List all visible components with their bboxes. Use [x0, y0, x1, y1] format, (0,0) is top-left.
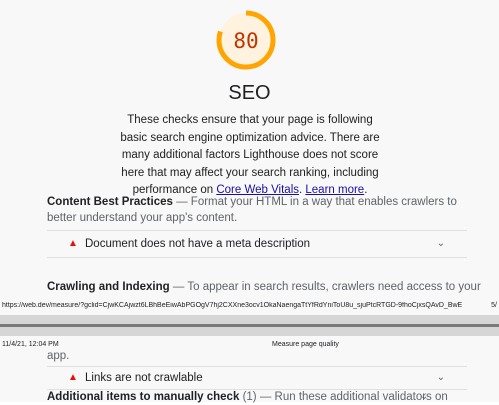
audit-title: Links are not crawlable — [85, 372, 203, 384]
group-manual-checks[interactable]: Additional items to manually check (1) —… — [47, 389, 467, 405]
fail-triangle-icon: ▲ — [68, 372, 78, 383]
chevron-down-icon[interactable]: ⌄ — [437, 367, 445, 389]
group-crawling-indexing: Crawling and Indexing — To appear in sea… — [47, 279, 481, 295]
score-gauge: 80 — [214, 8, 278, 72]
chevron-down-icon[interactable]: ⌄ — [420, 389, 428, 405]
print-header-date: 11/4/21, 12:04 PM — [2, 341, 59, 348]
score-value: 80 — [233, 29, 259, 53]
report-page-2: 11/4/21, 12:04 PM Measure page quality a… — [0, 336, 499, 405]
print-header-title: Measure page quality — [272, 341, 339, 348]
group-description: — To appear in search results, crawlers … — [172, 281, 481, 293]
page-break-line — [0, 324, 499, 327]
fail-triangle-icon: ▲ — [68, 238, 78, 249]
audit-links-crawlable[interactable]: ▲ Links are not crawlable ⌄ — [47, 366, 467, 390]
group-content-best-practices: Content Best Practices — Format your HTM… — [47, 194, 467, 226]
audit-title: Document does not have a meta descriptio… — [85, 238, 311, 250]
chevron-down-icon[interactable]: ⌄ — [437, 231, 445, 257]
report-page-1: 80 SEO These checks ensure that your pag… — [0, 0, 499, 315]
print-footer-url: https://web.dev/measure/?gclid=CjwKCAjwz… — [2, 302, 463, 309]
category-title: SEO — [228, 82, 271, 104]
group-count: (1) — [242, 391, 257, 403]
category-description: These checks ensure that your page is fo… — [120, 114, 380, 196]
print-footer-page: 5/ — [491, 302, 497, 309]
group-title: Additional items to manually check — [47, 391, 240, 403]
audit-meta-description[interactable]: ▲ Document does not have a meta descript… — [47, 230, 467, 258]
group-title: Crawling and Indexing — [47, 281, 170, 293]
group-title: Content Best Practices — [47, 196, 173, 208]
group-description-continuation: app. — [47, 350, 70, 362]
